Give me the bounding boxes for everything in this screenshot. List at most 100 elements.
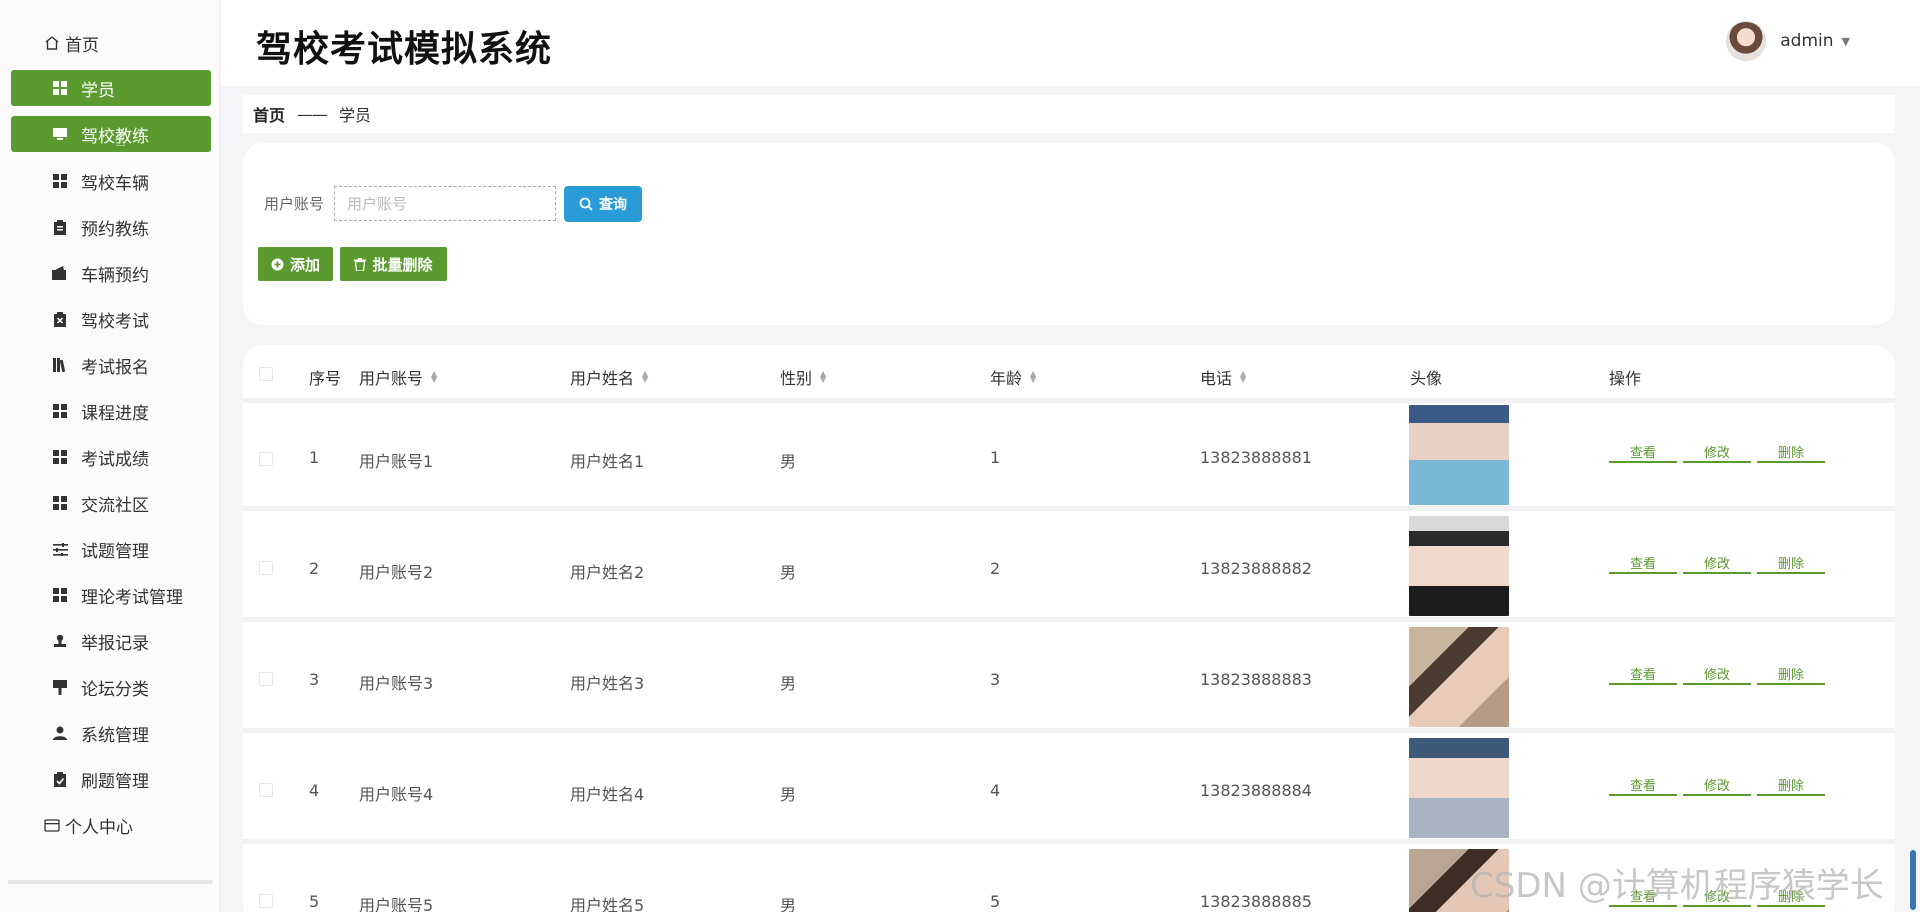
user-icon [51,724,69,742]
delete-button[interactable]: 删除 [1757,663,1825,685]
cell-account: 用户账号1 [359,452,434,471]
row-checkbox[interactable] [259,783,273,797]
delete-button[interactable]: 删除 [1757,552,1825,574]
sidebar-item-report-records[interactable]: 举报记录 [11,623,211,659]
view-button[interactable]: 查看 [1609,552,1677,574]
query-button[interactable]: 查询 [564,186,642,222]
sidebar-item-question-management[interactable]: 试题管理 [11,531,211,567]
stamp-icon [51,632,69,650]
avatar-photo [1409,627,1509,727]
select-all-checkbox[interactable] [259,367,273,381]
sidebar-scrollbar[interactable] [8,880,213,884]
edit-button[interactable]: 修改 [1683,441,1751,463]
avatar-photo [1409,516,1509,616]
sidebar-item-label: 试题管理 [81,541,149,562]
row-checkbox[interactable] [259,561,273,575]
cell-age: 2 [990,559,1001,578]
sidebar-item-label: 驾校车辆 [81,173,149,194]
avatar-photo [1409,738,1509,838]
column-header-account[interactable]: 用户账号 ▲ ▼ [359,365,437,389]
sidebar-item-forum-categories[interactable]: 论坛分类 [11,669,211,705]
cell-index: 5 [309,892,320,911]
sidebar-item-exam-registration[interactable]: 考试报名 [11,347,211,383]
column-header-phone[interactable]: 电话 ▲ ▼ [1200,365,1246,389]
sidebar-item-community[interactable]: 交流社区 [11,485,211,521]
column-header-label: 性别 [780,369,813,388]
delete-button[interactable]: 删除 [1757,774,1825,796]
row-checkbox[interactable] [259,894,273,908]
add-button[interactable]: 添加 [258,247,333,281]
sidebar-item-book-vehicle[interactable]: 车辆预约 [11,255,211,291]
cell-name: 用户姓名4 [570,785,645,804]
sidebar-item-theory-exam-management[interactable]: 理论考试管理 [11,577,211,613]
search-input[interactable] [334,186,556,221]
sidebar-item-coaches[interactable]: 驾校教练 ☝ [11,116,211,152]
trash-icon [354,257,367,271]
column-header-name[interactable]: 用户姓名 ▲ ▼ [570,365,648,389]
sort-icon: ▲ ▼ [1030,369,1037,384]
cell-phone: 13823888884 [1200,781,1312,800]
breadcrumb-home[interactable]: 首页 [253,102,285,126]
plus-circle-icon [271,258,284,270]
column-header-avatar: 头像 [1410,369,1443,388]
sidebar-item-label: 个人中心 [65,817,133,838]
cell-account: 用户账号2 [359,563,434,582]
sort-icon: ▲ ▼ [642,369,649,384]
cell-phone: 13823888882 [1200,559,1312,578]
cell-account: 用户账号4 [359,785,434,804]
sidebar-item-system-management[interactable]: 系统管理 [11,715,211,751]
sort-icon: ▲ ▼ [431,369,438,384]
row-checkbox[interactable] [259,452,273,466]
sidebar-item-students[interactable]: 学员 [11,70,211,106]
edit-button[interactable]: 修改 [1683,774,1751,796]
sidebar-item-practice-management[interactable]: 刷题管理 [11,761,211,797]
app-title: 驾校考试模拟系统 [256,29,553,70]
delete-button[interactable]: 删除 [1757,441,1825,463]
cell-age: 4 [990,781,1001,800]
batch-delete-button[interactable]: 批量删除 [340,247,447,281]
sidebar-item-personal-center[interactable]: 个人中心 [11,807,211,843]
sidebar-item-home[interactable]: 首页 [11,25,211,61]
monitor-icon [51,125,69,143]
view-button[interactable]: 查看 [1609,774,1677,796]
edit-button[interactable]: 修改 [1683,663,1751,685]
view-button[interactable]: 查看 [1609,441,1677,463]
sidebar-item-label: 刷题管理 [81,771,149,792]
data-table: 序号 用户账号 ▲ ▼ 用户姓名 ▲ ▼ 性别 ▲ ▼ 年龄 ▲ ▼ 电话 ▲ ▼ 头像 操作 1 … [243,345,1895,912]
user-menu[interactable]: admin ▼ [1726,20,1850,62]
clipboard-x-icon [51,310,69,328]
cell-age: 1 [990,448,1001,467]
cell-index: 3 [309,670,320,689]
breadcrumb-separator: —— [297,104,328,124]
row-checkbox[interactable] [259,672,273,686]
search-panel: 用户账号 查询 添加 批量删除 [243,143,1895,325]
search-icon [579,197,593,211]
view-button[interactable]: 查看 [1609,663,1677,685]
page-scrollbar[interactable] [1910,850,1916,910]
cell-name: 用户姓名3 [570,674,645,693]
column-header-age[interactable]: 年龄 ▲ ▼ [990,365,1036,389]
column-header-label: 电话 [1200,369,1233,388]
edit-button[interactable]: 修改 [1683,552,1751,574]
sidebar-item-exams[interactable]: 驾校考试 [11,301,211,337]
clipboard-check-icon [51,770,69,788]
cell-phone: 13823888885 [1200,892,1312,911]
sidebar-item-exam-scores[interactable]: 考试成绩 [11,439,211,475]
sidebar-item-label: 系统管理 [81,725,149,746]
caret-down-icon: ▼ [1841,34,1850,48]
sidebar-item-book-coach[interactable]: 预约教练 [11,209,211,245]
wallet-icon [51,264,69,282]
cell-gender: 男 [780,896,797,912]
breadcrumb: 首页 —— 学员 [243,95,1895,133]
column-header-label: 年龄 [990,369,1023,388]
batch-delete-button-label: 批量删除 [372,255,433,274]
sidebar-item-label: 论坛分类 [81,679,149,700]
top-header: 驾校考试模拟系统 admin ▼ [221,0,1920,86]
column-header-gender[interactable]: 性别 ▲ ▼ [780,365,826,389]
cell-gender: 男 [780,452,797,471]
grid-icon [51,448,69,466]
cell-account: 用户账号3 [359,674,434,693]
grid-icon [51,172,69,190]
sidebar-item-vehicles[interactable]: 驾校车辆 [11,163,211,199]
sidebar-item-course-progress[interactable]: 课程进度 [11,393,211,429]
